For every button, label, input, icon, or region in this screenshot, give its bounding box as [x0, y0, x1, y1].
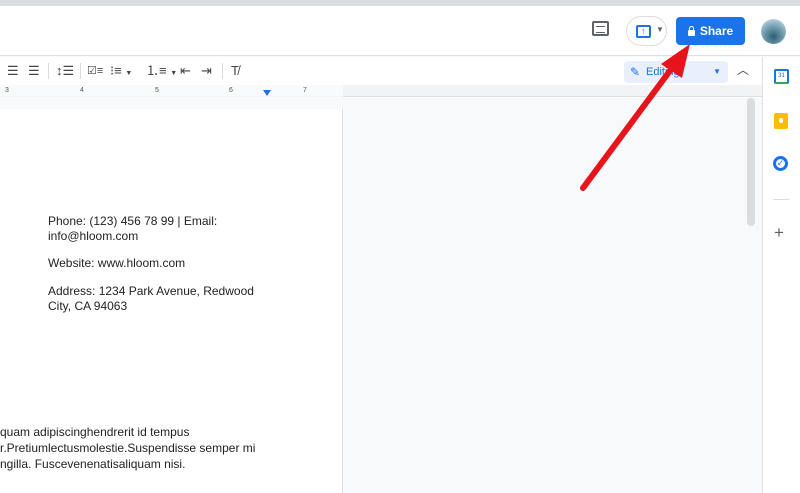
red-annotation-arrow	[580, 44, 690, 191]
